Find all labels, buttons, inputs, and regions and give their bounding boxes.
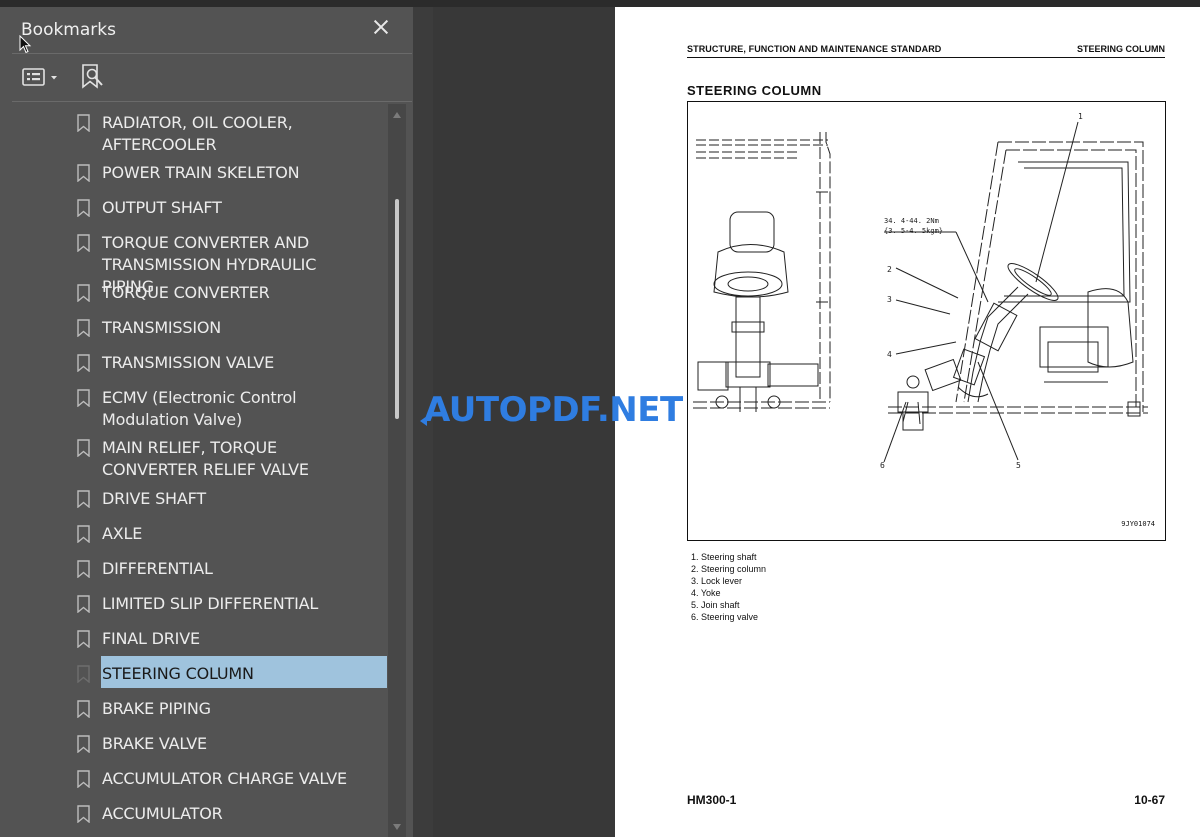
callout-1: 1 <box>1078 112 1083 121</box>
page-header-right: STEERING COLUMN <box>1076 44 1165 54</box>
bookmark-label: LIMITED SLIP DIFFERENTIAL <box>102 594 319 613</box>
bookmark-icon <box>77 490 90 508</box>
bookmark-label: STEERING COLUMN <box>102 664 254 683</box>
bookmark-icon <box>77 114 90 132</box>
bookmark-icon <box>77 700 90 718</box>
technical-drawing: 1 2 3 4 5 6 34. 4-44. 2Nm {3. 5-4. 5kgm} <box>693 112 1148 470</box>
bookmark-label: BRAKE PIPING <box>102 699 211 718</box>
bookmarks-panel: Bookmarks RADIATOR, OIL COOLER, AFTERCOO… <box>0 7 413 837</box>
bookmark-label: TRANSMISSION VALVE <box>102 353 274 372</box>
bookmark-label: TORQUE CONVERTER <box>102 283 270 302</box>
find-bookmark-icon[interactable] <box>80 63 106 91</box>
window-top-strip <box>0 0 1200 7</box>
bookmark-icon <box>77 560 90 578</box>
steering-column-figure: 1 2 3 4 5 6 34. 4-44. 2Nm {3. 5-4. 5kgm}… <box>687 101 1166 541</box>
bookmark-label: BRAKE VALVE <box>102 734 207 753</box>
bookmark-icon <box>77 389 90 407</box>
torque-spec-nm: 34. 4-44. 2Nm <box>884 217 939 225</box>
bookmarks-title: Bookmarks <box>21 20 116 40</box>
bookmark-label: RADIATOR, OIL COOLER, AFTERCOOLER <box>102 113 293 154</box>
bookmark-label: POWER TRAIN SKELETON <box>102 163 300 182</box>
legend-item: 6. Steering valve <box>691 612 759 622</box>
document-page: STRUCTURE, FUNCTION AND MAINTENANCE STAN… <box>615 7 1200 837</box>
bookmark-label: ECMV (Electronic Control Modulation Valv… <box>102 388 297 429</box>
scroll-down-arrow-icon[interactable] <box>393 824 401 830</box>
bookmark-label: DIFFERENTIAL <box>102 559 213 578</box>
section-title: STEERING COLUMN <box>687 83 822 98</box>
bookmarks-toolbar <box>0 61 413 95</box>
bookmark-icon <box>77 164 90 182</box>
callout-2: 2 <box>887 265 892 274</box>
header-divider <box>12 53 412 54</box>
torque-spec-kgm: {3. 5-4. 5kgm} <box>884 227 943 235</box>
bookmark-icon <box>77 735 90 753</box>
bookmark-icon <box>77 354 90 372</box>
callout-3: 3 <box>887 295 892 304</box>
bookmark-icon <box>77 525 90 543</box>
bookmark-label: TRANSMISSION <box>102 318 222 337</box>
bookmark-icon <box>77 665 90 683</box>
scroll-thumb[interactable] <box>395 199 399 419</box>
page-number: 10-67 <box>1134 793 1165 807</box>
mouse-cursor-icon <box>19 35 32 54</box>
options-menu-icon[interactable] <box>22 65 62 91</box>
watermark-text: AUTOPDF.NET <box>424 390 683 430</box>
bookmark-icon <box>77 284 90 302</box>
callout-4: 4 <box>887 350 892 359</box>
bookmark-label: ACCUMULATOR <box>102 804 223 823</box>
bookmark-label: FINAL DRIVE <box>102 629 200 648</box>
bookmark-icon <box>77 439 90 457</box>
bookmark-scrollbar[interactable] <box>388 104 406 837</box>
toolbar-divider <box>12 101 412 102</box>
bookmark-icon <box>77 770 90 788</box>
legend-item: 3. Lock lever <box>691 576 743 586</box>
page-footer-model: HM300-1 <box>687 793 737 807</box>
bookmark-label: DRIVE SHAFT <box>102 489 206 508</box>
scroll-up-arrow-icon[interactable] <box>393 112 401 118</box>
bookmark-label: OUTPUT SHAFT <box>102 198 222 217</box>
figure-legend: 1. Steering shaft 2. Steering column 3. … <box>691 551 766 623</box>
bookmark-label: AXLE <box>102 524 143 543</box>
bookmark-icon <box>77 805 90 823</box>
legend-item: 2. Steering column <box>691 564 767 574</box>
header-rule <box>687 57 1165 58</box>
bookmark-icon <box>77 234 90 252</box>
legend-item: 1. Steering shaft <box>691 552 757 562</box>
bookmark-icon <box>77 199 90 217</box>
callout-5: 5 <box>1016 461 1021 470</box>
page-header-left: STRUCTURE, FUNCTION AND MAINTENANCE STAN… <box>687 44 942 54</box>
close-icon[interactable] <box>370 16 392 38</box>
bookmarks-header: Bookmarks <box>0 7 413 53</box>
bookmark-icon <box>77 630 90 648</box>
bookmark-list: RADIATOR, OIL COOLER, AFTERCOOLER POWER T… <box>0 104 388 837</box>
legend-item: 5. Join shaft <box>691 600 740 610</box>
legend-item: 4. Yoke <box>691 588 721 598</box>
bookmark-label: ACCUMULATOR CHARGE VALVE <box>102 769 347 788</box>
bookmark-icon <box>77 319 90 337</box>
bookmark-label: MAIN RELIEF, TORQUE CONVERTER RELIEF VAL… <box>102 438 309 479</box>
bookmark-icon <box>77 595 90 613</box>
callout-6: 6 <box>880 461 885 470</box>
figure-code: 9JY01074 <box>1121 520 1155 528</box>
